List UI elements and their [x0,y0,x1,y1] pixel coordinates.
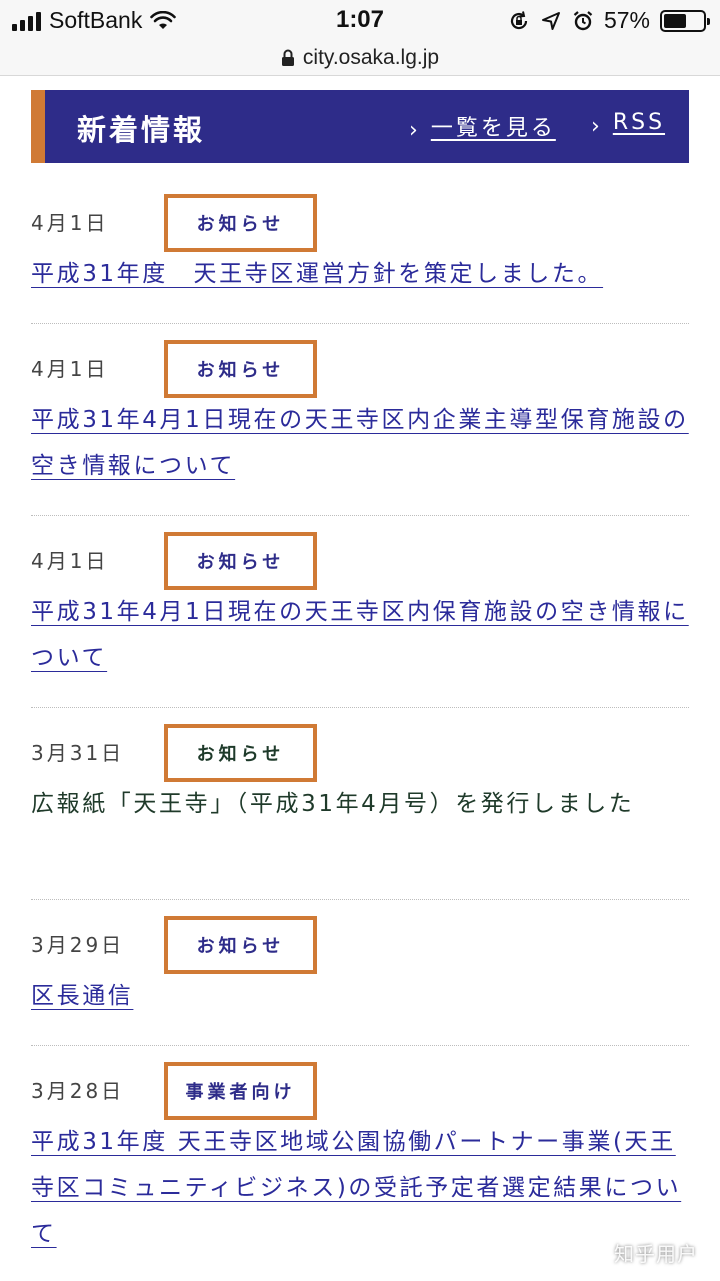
watermark: 知乎用户 [614,1242,698,1266]
rss-link[interactable]: › RSS [591,110,666,139]
news-date: 4月1日 [31,357,109,381]
divider [31,323,689,324]
status-bar: SoftBank 1:07 57% [0,0,720,44]
category-badge: お知らせ [164,532,317,590]
battery-fill [664,13,686,28]
category-badge: お知らせ [164,194,317,252]
view-list-label: 一覧を見る [430,116,556,141]
status-right: 57% [508,7,710,34]
news-date: 3月31日 [31,741,125,765]
news-date: 3月29日 [31,933,125,957]
lock-icon [281,49,294,66]
news-title: 新着情報 [77,113,206,147]
news-link[interactable]: 平成31年4月1日現在の天王寺区内企業主導型保育施設の空き情報について [31,397,691,489]
rotation-lock-icon [510,10,528,29]
news-date: 4月1日 [31,549,109,573]
category-badge: お知らせ [164,340,317,398]
location-arrow-icon [541,11,560,30]
category-badge: 事業者向け [164,1062,317,1120]
battery-icon [660,9,710,32]
news-date: 3月28日 [31,1079,125,1103]
alarm-icon [573,10,593,30]
divider [31,707,689,708]
view-list-link[interactable]: › 一覧を見る [409,110,556,143]
news-link[interactable]: 区長通信 [31,973,691,1019]
chevron-right-icon: › [591,114,603,139]
news-link[interactable]: 平成31年度 天王寺区運営方針を策定しました。 [31,251,691,297]
url-bar[interactable]: city.osaka.lg.jp [0,40,720,76]
divider [31,1045,689,1046]
divider [31,515,689,516]
battery-percent: 57% [603,7,650,33]
category-badge: お知らせ [164,724,317,782]
news-header: 新着情報 › 一覧を見る › RSS [31,90,689,163]
news-link[interactable]: 平成31年度 天王寺区地域公園協働パートナー事業(天王寺区コミュニティビジネス)… [31,1119,691,1257]
news-link[interactable]: 平成31年4月1日現在の天王寺区内保育施設の空き情報について [31,589,691,681]
news-date: 4月1日 [31,211,109,235]
rss-label: RSS [612,110,666,135]
news-text: 広報紙「天王寺」（平成31年4月号）を発行しました [31,791,635,817]
category-badge: お知らせ [164,916,317,974]
chevron-right-icon: › [409,117,421,143]
url-text[interactable]: city.osaka.lg.jp [303,46,439,70]
divider [31,899,689,900]
